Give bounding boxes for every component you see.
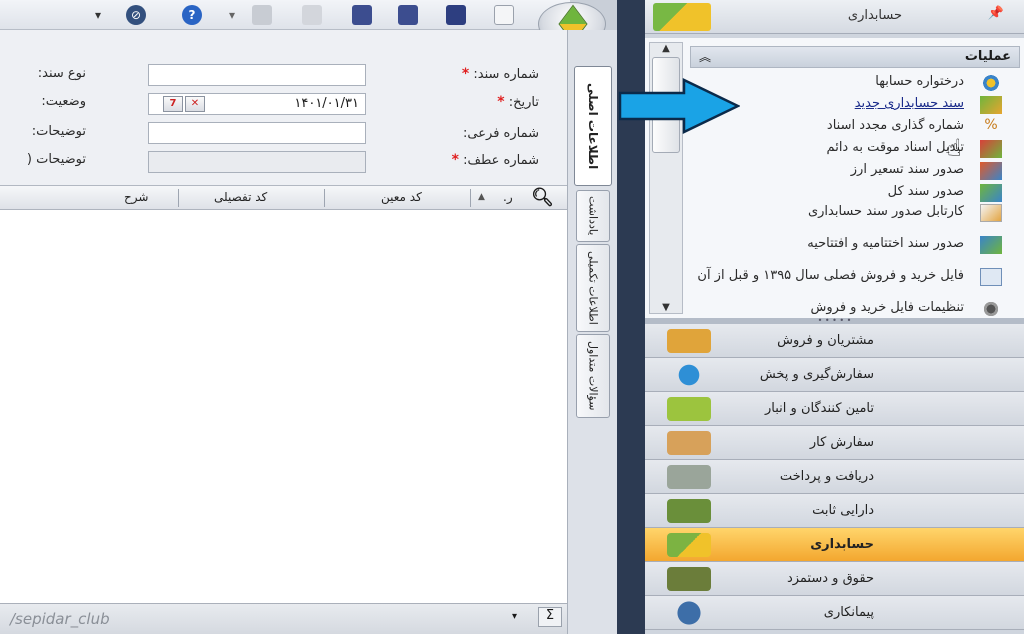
document-toolbar: ▾ ⊘ ? ▾ xyxy=(0,0,570,30)
op-file-settings[interactable]: تنظیمات فایل خرید و فروش xyxy=(697,300,1012,318)
accounting-icon xyxy=(667,533,711,557)
tree-icon xyxy=(980,74,1002,92)
tab-faq[interactable]: سؤالات متداول xyxy=(576,334,610,418)
closing-icon xyxy=(980,236,1002,254)
panel-header: حسابداری 📌 xyxy=(645,0,1024,34)
help-dropdown-icon[interactable]: ▾ xyxy=(222,5,242,25)
col-description[interactable]: شرح xyxy=(124,190,148,204)
scroll-down-icon[interactable]: ▼ xyxy=(650,302,682,313)
doc-type-label: نوع سند: xyxy=(37,66,86,81)
gl-icon xyxy=(980,184,1002,202)
panel-title: حسابداری xyxy=(847,8,902,23)
grid-search-icon[interactable]: 🔍︎ xyxy=(531,187,554,208)
module-contracting[interactable]: پیمانکاری xyxy=(645,596,1024,630)
hand-cursor-icon: ☝ xyxy=(947,134,962,162)
module-suppliers-inventory[interactable]: تامین کنندگان و انبار xyxy=(645,392,1024,426)
ref-number-field xyxy=(148,151,366,173)
no-entry-icon[interactable]: ⊘ xyxy=(126,5,146,25)
renumber-icon: % xyxy=(984,117,998,133)
status-dropdown-icon[interactable]: ▾ xyxy=(512,611,517,622)
sort-arrow-icon: ▲ xyxy=(478,192,485,202)
sales-icon xyxy=(667,329,711,353)
module-work-order[interactable]: سفارش کار xyxy=(645,426,1024,460)
save-close-icon[interactable] xyxy=(352,5,372,25)
settings-icon xyxy=(980,300,1002,318)
date-field[interactable]: 7 ✕ ۱۴۰۱/۰۱/۳۱ xyxy=(148,93,366,115)
accounting-module-icon xyxy=(653,3,711,31)
save-icon[interactable] xyxy=(446,5,466,25)
op-general-voucher[interactable]: صدور سند کل xyxy=(697,184,1012,202)
fixed-assets-icon xyxy=(667,499,711,523)
voucher-header-form: شماره سند: * تاریخ: * 7 ✕ ۱۴۰۱/۰۱/۳۱ شما… xyxy=(0,30,575,185)
sub-number-field[interactable] xyxy=(148,122,366,144)
pin-icon[interactable]: 📌 xyxy=(988,6,1004,21)
date-label: تاریخ: * xyxy=(497,94,539,110)
description2-label: توضیحات ( xyxy=(26,152,86,167)
op-seasonal-file[interactable]: فایل خرید و فروش فصلی سال ۱۳۹۵ و قبل از … xyxy=(697,268,1012,286)
doc-number-field[interactable] xyxy=(148,64,366,86)
inventory-icon xyxy=(667,397,711,421)
op-new-voucher[interactable]: سند حسابداری جدید xyxy=(697,96,1012,114)
module-customers-sales[interactable]: مشتریان و فروش xyxy=(645,324,1024,358)
grid-header: 🔍︎ ر. ▲ کد معین کد تفصیلی شرح xyxy=(0,186,567,210)
description-label: توضیحات: xyxy=(31,124,86,139)
col-detail-code[interactable]: کد تفصیلی xyxy=(214,190,267,204)
module-accounting[interactable]: حسابداری xyxy=(645,528,1024,562)
sum-icon[interactable]: Σ xyxy=(538,607,562,627)
status-bar: /sepidar_club ▾ Σ xyxy=(0,603,567,634)
operations-title: عملیات xyxy=(964,49,1011,64)
sub-number-label: شماره فرعی: xyxy=(463,126,539,141)
doc-number-label: شماره سند: * xyxy=(461,66,539,82)
payments-icon xyxy=(667,465,711,489)
module-payroll[interactable]: حقوق و دستمزد xyxy=(645,562,1024,596)
op-accounts-tree[interactable]: درختواره حسابها xyxy=(697,74,1012,92)
op-renumber-docs[interactable]: شماره گذاری مجدد اسناد% xyxy=(697,117,1012,134)
collapse-icon[interactable]: ︽ xyxy=(699,48,711,65)
module-receipts-payments[interactable]: دریافت و پرداخت xyxy=(645,460,1024,494)
new-document-icon[interactable] xyxy=(494,5,514,25)
payroll-icon xyxy=(667,567,711,591)
new-voucher-icon xyxy=(980,96,1002,114)
pointer-arrow-icon xyxy=(618,78,740,134)
voucher-items-grid[interactable]: 🔍︎ ر. ▲ کد معین کد تفصیلی شرح xyxy=(0,185,567,603)
op-cartable[interactable]: کارتابل صدور سند حسابداری xyxy=(697,204,1012,222)
watermark: /sepidar_club xyxy=(10,610,110,628)
col-row[interactable]: ر. xyxy=(503,190,513,204)
modules-list: مشتریان و فروش سفارش‌گیری و پخش تامین کن… xyxy=(645,324,1024,634)
module-fixed-assets[interactable]: دارایی ثابت xyxy=(645,494,1024,528)
op-currency-revaluation[interactable]: صدور سند تسعیر ارز xyxy=(697,162,1012,180)
print-icon[interactable] xyxy=(252,5,272,25)
op-closing-opening[interactable]: صدور سند اختتامیه و افتتاحیه xyxy=(697,236,1012,254)
tab-notes[interactable]: یادداشت xyxy=(576,190,610,242)
save-new-icon[interactable] xyxy=(398,5,418,25)
tab-main-info[interactable]: اطلاعات اصلی xyxy=(574,66,612,186)
vertical-tab-strip: اطلاعات اصلی یادداشت اطلاعات تکمیلی سؤال… xyxy=(567,30,617,634)
col-moein-code[interactable]: کد معین xyxy=(381,190,422,204)
distribution-icon xyxy=(667,363,711,387)
contracting-icon xyxy=(667,601,711,625)
dropdown-arrow-icon[interactable]: ▾ xyxy=(88,5,108,25)
copy-icon[interactable] xyxy=(302,5,322,25)
date-value: ۱۴۰۱/۰۱/۳۱ xyxy=(294,96,359,111)
currency-icon xyxy=(980,162,1002,180)
help-icon[interactable]: ? xyxy=(182,5,202,25)
ref-number-label: شماره عطف: * xyxy=(451,152,539,168)
file-icon xyxy=(980,268,1002,286)
scroll-up-icon[interactable]: ▲ xyxy=(650,43,682,54)
op-convert-temp[interactable]: تبدیل اسناد موقت به دائم xyxy=(697,140,1012,158)
status-label: وضعیت: xyxy=(41,94,86,109)
clear-date-icon[interactable]: ✕ xyxy=(185,96,205,112)
module-ordering-distribution[interactable]: سفارش‌گیری و پخش xyxy=(645,358,1024,392)
operations-header[interactable]: عملیات ︽ xyxy=(690,46,1020,68)
calendar-icon[interactable]: 7 xyxy=(163,96,183,112)
work-order-icon xyxy=(667,431,711,455)
convert-icon xyxy=(980,140,1002,158)
tab-extra-info[interactable]: اطلاعات تکمیلی xyxy=(576,244,610,332)
cartable-icon xyxy=(980,204,1002,222)
